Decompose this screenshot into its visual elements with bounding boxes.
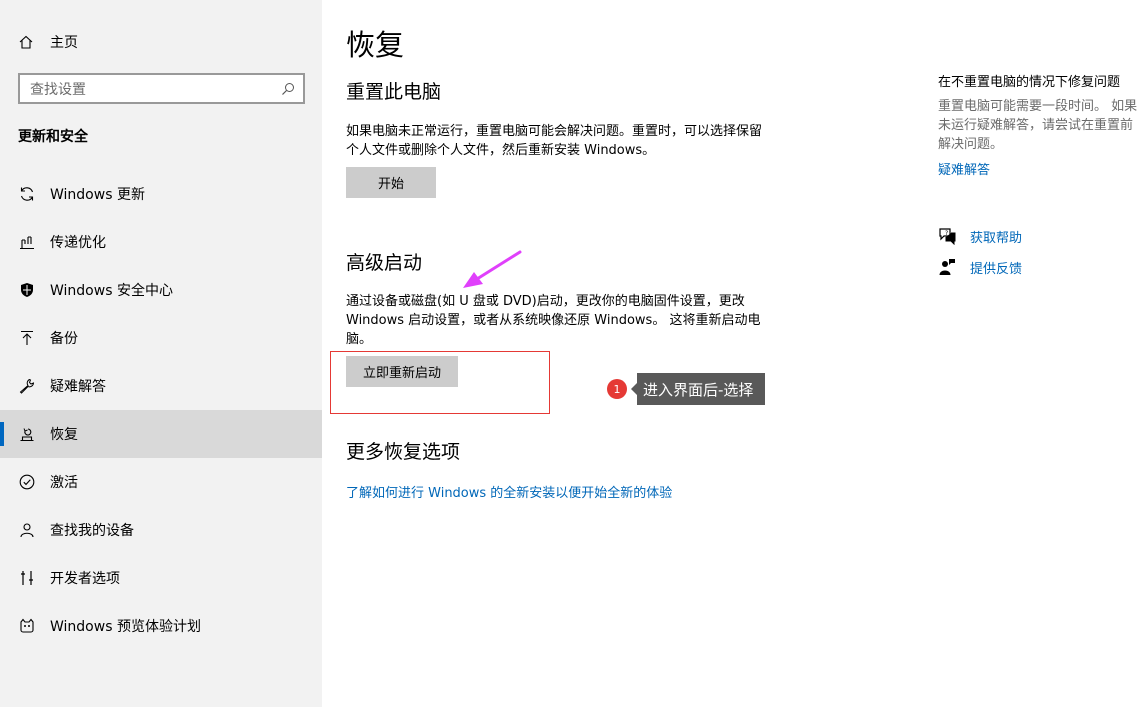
home-label: 主页 xyxy=(50,35,78,51)
sidebar-item-label: 疑难解答 xyxy=(50,379,106,395)
annotation-callout: 1 进入界面后-选择 xyxy=(607,373,766,405)
give-feedback-link[interactable]: 提供反馈 xyxy=(938,257,1022,277)
annotation-arrow xyxy=(463,250,522,288)
reset-description-line: 个人文件或删除个人文件，然后重新安装 Windows。 xyxy=(346,143,656,158)
more-options-heading: 更多恢复选项 xyxy=(346,441,461,463)
get-help-link[interactable]: ? 获取帮助 xyxy=(938,226,1022,246)
sidebar-item-label: Windows 预览体验计划 xyxy=(50,619,201,635)
sidebar-item-label: 传递优化 xyxy=(50,235,106,251)
sidebar: 主页 查找设置 更新和安全 Windows 更新 传递优化 Windows 安全… xyxy=(0,0,322,707)
sidebar-item-delivery-optimization[interactable]: 传递优化 xyxy=(0,218,322,266)
get-help-label: 获取帮助 xyxy=(970,230,1023,246)
advanced-startup-description: 通过设备或磁盘(如 U 盘或 DVD)启动，更改你的电脑固件设置，更改 Wind… xyxy=(346,292,806,349)
give-feedback-label: 提供反馈 xyxy=(970,261,1023,277)
callout-label: 进入界面后-选择 xyxy=(630,373,766,405)
sidebar-item-label: 开发者选项 xyxy=(50,571,120,587)
clean-install-link[interactable]: 了解如何进行 Windows 的全新安装以便开始全新的体验 xyxy=(346,482,672,501)
sidebar-item-label: 激活 xyxy=(50,475,78,491)
sidebar-item-label: Windows 安全中心 xyxy=(50,283,173,299)
sidebar-item-developer[interactable]: 开发者选项 xyxy=(0,554,322,602)
sidebar-item-recovery[interactable]: 恢复 xyxy=(0,410,322,458)
reset-start-button[interactable]: 开始 xyxy=(346,167,436,198)
troubleshoot-link[interactable]: 疑难解答 xyxy=(938,159,990,178)
feedback-icon xyxy=(938,258,956,276)
search-input[interactable]: 查找设置 xyxy=(18,73,305,104)
fix-problems-line: 重置电脑可能需要一段时间。 如果 xyxy=(938,99,1138,114)
advanced-description-line: Windows 启动设置，或者从系统映像还原 Windows。 这将重新启动电 xyxy=(346,313,761,328)
home-icon xyxy=(18,34,34,50)
shield-icon xyxy=(18,282,35,299)
reset-description: 如果电脑未正常运行，重置电脑可能会解决问题。重置时，可以选择保留 个人文件或删除… xyxy=(346,122,806,160)
highlight-box xyxy=(330,351,550,414)
sidebar-item-windows-update[interactable]: Windows 更新 xyxy=(0,170,322,218)
sidebar-item-insider[interactable]: Windows 预览体验计划 xyxy=(0,602,322,650)
sidebar-nav: Windows 更新 传递优化 Windows 安全中心 备份 疑难解答 恢复 … xyxy=(0,170,322,650)
reset-heading: 重置此电脑 xyxy=(346,81,442,103)
fix-problems-line: 未运行疑难解答，请尝试在重置前 xyxy=(938,118,1134,133)
section-title: 更新和安全 xyxy=(18,129,88,145)
backup-arrow-icon xyxy=(18,330,35,347)
fix-problems-line: 解决问题。 xyxy=(938,137,1004,152)
insider-icon xyxy=(18,618,35,635)
sidebar-item-troubleshoot[interactable]: 疑难解答 xyxy=(0,362,322,410)
page-title: 恢复 xyxy=(346,28,405,62)
sidebar-item-find-device[interactable]: 查找我的设备 xyxy=(0,506,322,554)
delivery-optimization-icon xyxy=(18,234,35,251)
chat-help-icon: ? xyxy=(938,227,956,245)
sidebar-item-label: Windows 更新 xyxy=(50,187,145,203)
fix-problems-description: 重置电脑可能需要一段时间。 如果 未运行疑难解答，请尝试在重置前 解决问题。 xyxy=(938,97,1143,154)
advanced-description-line: 脑。 xyxy=(346,332,373,347)
search-placeholder: 查找设置 xyxy=(30,81,86,98)
sidebar-item-label: 备份 xyxy=(50,331,78,347)
developer-icon xyxy=(18,570,35,587)
sidebar-item-label: 查找我的设备 xyxy=(50,523,134,539)
advanced-description-line: 通过设备或磁盘(如 U 盘或 DVD)启动，更改你的电脑固件设置，更改 xyxy=(346,294,745,309)
wrench-icon xyxy=(18,378,35,395)
reset-description-line: 如果电脑未正常运行，重置电脑可能会解决问题。重置时，可以选择保留 xyxy=(346,124,763,139)
recovery-icon xyxy=(18,426,35,443)
refresh-icon xyxy=(18,186,35,203)
advanced-startup-heading: 高级启动 xyxy=(346,252,423,274)
home-link[interactable]: 主页 xyxy=(18,30,78,54)
check-circle-icon xyxy=(18,474,35,491)
search-icon[interactable] xyxy=(273,75,303,102)
svg-text:?: ? xyxy=(945,230,948,237)
sidebar-item-label: 恢复 xyxy=(50,427,78,443)
fix-problems-title: 在不重置电脑的情况下修复问题 xyxy=(938,75,1121,90)
step-number-badge: 1 xyxy=(607,379,627,399)
sidebar-item-backup[interactable]: 备份 xyxy=(0,314,322,362)
find-device-icon xyxy=(18,522,35,539)
sidebar-item-security-center[interactable]: Windows 安全中心 xyxy=(0,266,322,314)
sidebar-item-activation[interactable]: 激活 xyxy=(0,458,322,506)
